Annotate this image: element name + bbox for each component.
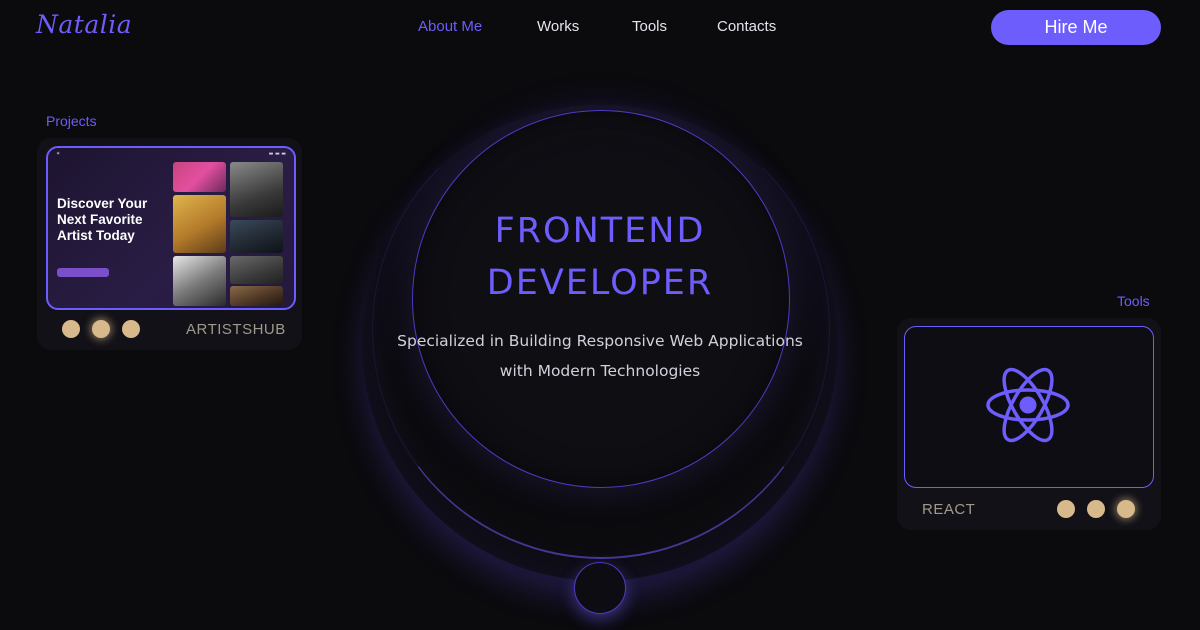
preview-cta <box>57 268 109 277</box>
nav-tools[interactable]: Tools <box>632 18 667 35</box>
tool-name: REACT <box>922 501 976 518</box>
artist-photo <box>173 195 226 253</box>
carousel-dot-3[interactable] <box>1117 500 1135 518</box>
hero-title: FRONTEND DEVELOPER <box>400 205 800 309</box>
preview-heading: Discover Your Next Favorite Artist Today <box>57 196 148 243</box>
preview-nav: ✶ ▬ ▬ ▬ <box>56 151 286 161</box>
nav-about-me[interactable]: About Me <box>418 18 482 35</box>
artist-photo <box>230 286 283 306</box>
artist-photo <box>173 162 226 192</box>
scroll-down-button[interactable] <box>574 562 626 614</box>
hero-subtitle-line1: Specialized in Building Responsive Web A… <box>397 332 803 350</box>
tool-preview[interactable] <box>904 326 1154 488</box>
hire-me-button[interactable]: Hire Me <box>991 10 1161 45</box>
carousel-dot-1[interactable] <box>62 320 80 338</box>
hero-subtitle: Specialized in Building Responsive Web A… <box>370 326 830 386</box>
artist-photo <box>173 256 226 306</box>
carousel-dot-2[interactable] <box>92 320 110 338</box>
preview-brand-mark: ✶ <box>56 151 61 157</box>
tool-carousel-dots <box>1057 500 1135 518</box>
carousel-dot-1[interactable] <box>1057 500 1075 518</box>
nav-works[interactable]: Works <box>537 18 579 35</box>
hero-subtitle-line2: with Modern Technologies <box>499 362 701 380</box>
hero-title-line1: FRONTEND <box>494 211 706 251</box>
carousel-dot-2[interactable] <box>1087 500 1105 518</box>
tools-label: Tools <box>1117 293 1150 309</box>
project-name: ARTISTSHUB <box>186 321 286 338</box>
artist-photo <box>230 162 283 217</box>
project-preview-image[interactable]: ✶ ▬ ▬ ▬ Discover Your Next Favorite Arti… <box>46 146 296 310</box>
projects-label: Projects <box>46 113 97 129</box>
carousel-dot-3[interactable] <box>122 320 140 338</box>
artist-photo <box>230 256 283 284</box>
preview-nav-links: ▬ ▬ ▬ <box>268 151 286 157</box>
nav-contacts[interactable]: Contacts <box>717 18 776 35</box>
react-atom-icon <box>986 367 1070 443</box>
artist-photo <box>230 220 283 253</box>
project-carousel-dots <box>62 320 140 338</box>
hero-title-line2: DEVELOPER <box>486 263 714 303</box>
